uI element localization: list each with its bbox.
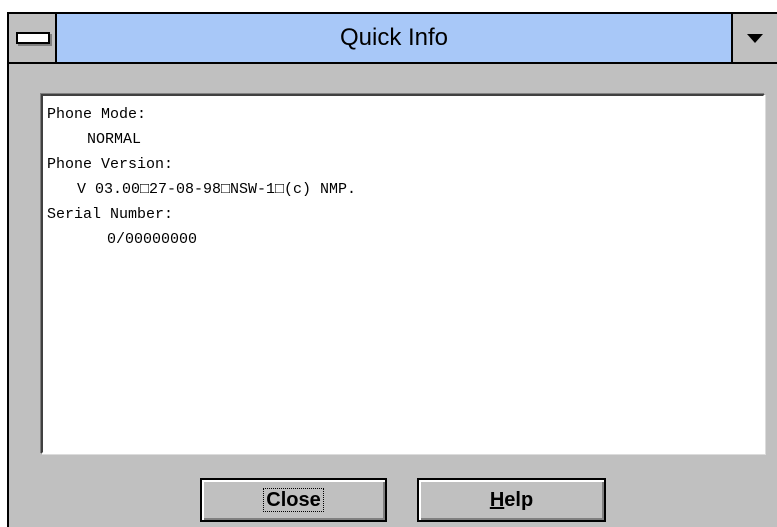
- window-dropdown-button[interactable]: [731, 14, 777, 62]
- phone-version-value: V 03.00□27-08-98□NSW-1□(c) NMP.: [77, 181, 357, 198]
- system-menu-button[interactable]: [9, 14, 57, 62]
- window-title: Quick Info: [339, 24, 449, 51]
- phone-mode-value: NORMAL: [87, 131, 142, 148]
- chevron-down-icon: [747, 34, 763, 43]
- system-menu-icon: [16, 32, 50, 44]
- close-button-label: Close: [263, 488, 324, 512]
- help-button-label: elp: [504, 489, 534, 511]
- close-button[interactable]: Close: [200, 478, 387, 522]
- phone-version-label: Phone Version:: [47, 156, 174, 173]
- title-bar[interactable]: Quick Info: [9, 14, 777, 64]
- quick-info-window: Quick Info Phone Mode: NORMAL Phone Vers…: [7, 12, 777, 527]
- help-button-mnemonic: H: [489, 489, 505, 511]
- phone-mode-label: Phone Mode:: [47, 106, 147, 123]
- serial-number-value: 0/00000000: [107, 231, 198, 248]
- serial-number-label: Serial Number:: [47, 206, 174, 223]
- info-text-area[interactable]: Phone Mode: NORMAL Phone Version: V 03.0…: [41, 94, 765, 454]
- help-button[interactable]: Help: [417, 478, 606, 522]
